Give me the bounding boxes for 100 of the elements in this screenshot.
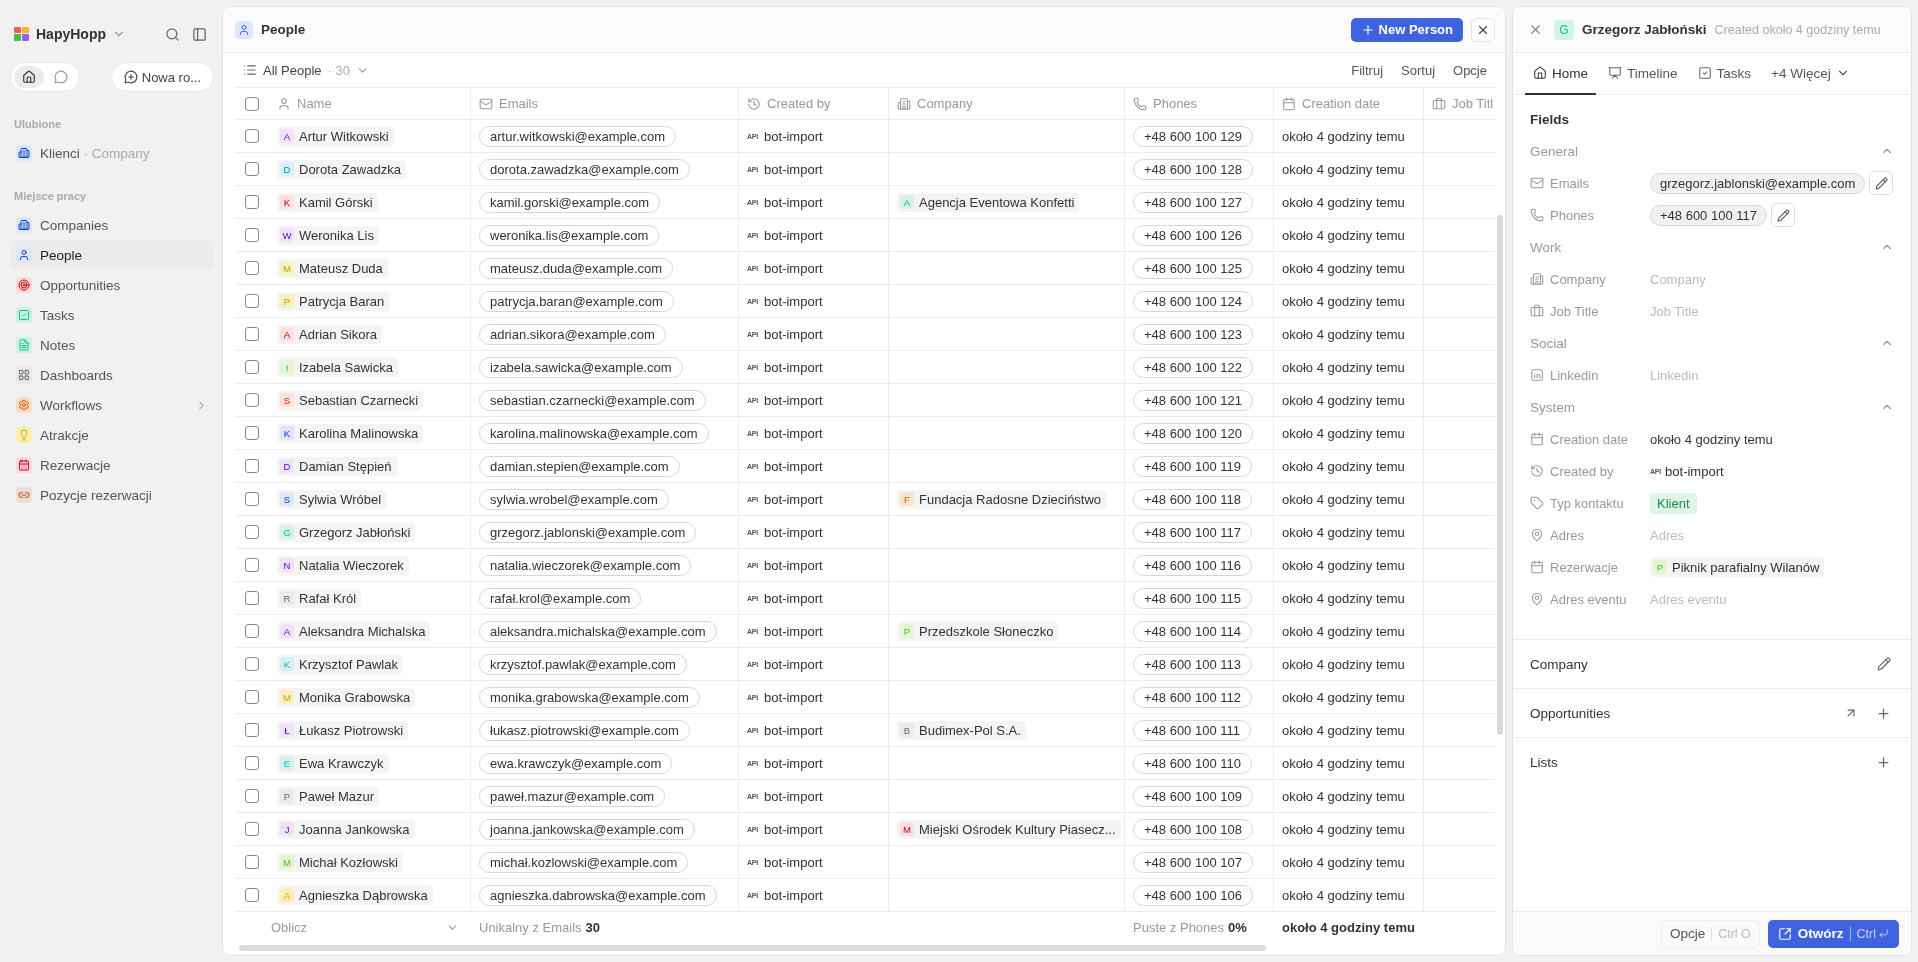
new-person-button[interactable]: New Person	[1350, 17, 1463, 42]
person-chip[interactable]: P Paweł Mazur	[277, 786, 380, 806]
nav-item[interactable]: Rezerwacje	[10, 450, 214, 480]
nav-item[interactable]: Pozycje rezerwacji	[10, 480, 214, 510]
nav-item[interactable]: Notes	[10, 330, 214, 360]
email-chip[interactable]: karolina.malinowska@example.com	[479, 422, 709, 444]
email-chip[interactable]: natalia.wieczorek@example.com	[479, 554, 692, 576]
person-chip[interactable]: A Artur Witkowski	[277, 126, 394, 146]
phone-chip[interactable]: +48 600 100 121	[1133, 389, 1253, 411]
email-chip[interactable]: weronika.lis@example.com	[479, 224, 660, 246]
person-chip[interactable]: D Damian Stępień	[277, 456, 397, 476]
email-chip[interactable]: joanna.jankowska@example.com	[479, 818, 695, 840]
email-chip[interactable]: adrian.sikora@example.com	[479, 323, 666, 345]
person-chip[interactable]: Ł Łukasz Piotrowski	[277, 720, 409, 740]
relation-chip[interactable]: P Piknik parafialny Wilanów	[1650, 557, 1825, 577]
nav-item[interactable]: Opportunities	[10, 270, 214, 300]
person-chip[interactable]: A Aleksandra Michalska	[277, 621, 431, 641]
phone-chip[interactable]: +48 600 100 123	[1133, 323, 1253, 345]
phone-chip[interactable]: +48 600 100 111	[1133, 719, 1252, 741]
relation-section[interactable]: Company	[1513, 639, 1911, 688]
toolbar-action[interactable]: Sortuj	[1395, 62, 1442, 78]
phone-chip[interactable]: +48 600 100 110	[1133, 752, 1252, 774]
email-chip[interactable]: artur.witkowski@example.com	[479, 125, 677, 147]
workspace-name[interactable]: HapyHopp	[36, 26, 106, 42]
tab[interactable]: Tasks	[1689, 53, 1760, 95]
email-chip[interactable]: izabela.sawicka@example.com	[479, 356, 683, 378]
value-chip[interactable]: +48 600 100 117	[1650, 204, 1767, 226]
phone-chip[interactable]: +48 600 100 113	[1133, 653, 1252, 675]
options-button[interactable]: Opcje Ctrl O	[1660, 919, 1760, 948]
person-chip[interactable]: A Adrian Sikora	[277, 324, 383, 344]
company-chip[interactable]: B Budimex-Pol S.A.	[897, 720, 1026, 740]
email-chip[interactable]: aleksandra.michalska@example.com	[479, 620, 717, 642]
nav-item[interactable]: Workflows	[10, 390, 214, 420]
person-chip[interactable]: M Mateusz Duda	[277, 258, 388, 278]
toolbar-action[interactable]: Filtruj	[1345, 62, 1390, 78]
phone-chip[interactable]: +48 600 100 122	[1133, 356, 1253, 378]
phone-chip[interactable]: +48 600 100 125	[1133, 257, 1253, 279]
person-chip[interactable]: R Rafał Król	[277, 588, 362, 608]
person-chip[interactable]: M Michał Kozłowski	[277, 852, 403, 872]
person-chip[interactable]: I Izabela Sawicka	[277, 357, 398, 377]
company-chip[interactable]: M Miejski Ośrodek Kultury Piasecz...	[897, 819, 1121, 839]
nav-item[interactable]: Tasks	[10, 300, 214, 330]
value-chip[interactable]: grzegorz.jablonski@example.com	[1650, 172, 1866, 194]
person-chip[interactable]: A Agnieszka Dąbrowska	[277, 885, 433, 905]
relation-section[interactable]: Lists	[1513, 737, 1911, 786]
email-chip[interactable]: mateusz.duda@example.com	[479, 257, 674, 279]
person-chip[interactable]: S Sebastian Czarnecki	[277, 390, 424, 410]
phone-chip[interactable]: +48 600 100 119	[1133, 455, 1252, 477]
phone-chip[interactable]: +48 600 100 126	[1133, 224, 1253, 246]
tab[interactable]: Home	[1525, 53, 1596, 95]
phone-chip[interactable]: +48 600 100 107	[1133, 851, 1253, 873]
email-chip[interactable]: krzysztof.pawlak@example.com	[479, 653, 687, 675]
email-chip[interactable]: ewa.krawczyk@example.com	[479, 752, 673, 774]
email-chip[interactable]: damian.stepien@example.com	[479, 455, 680, 477]
email-chip[interactable]: sylwia.wrobel@example.com	[479, 488, 669, 510]
company-chip[interactable]: F Fundacja Radosne Dzieciństwo	[897, 489, 1107, 509]
phone-chip[interactable]: +48 600 100 117	[1133, 521, 1252, 543]
nav-item[interactable]: People	[10, 240, 214, 270]
email-chip[interactable]: patrycja.baran@example.com	[479, 290, 674, 312]
view-dropdown[interactable]: All People · 30	[243, 62, 369, 78]
person-chip[interactable]: N Natalia Wieczorek	[277, 555, 409, 575]
person-chip[interactable]: K Krzysztof Pawlak	[277, 654, 403, 674]
phone-chip[interactable]: +48 600 100 109	[1133, 785, 1253, 807]
email-chip[interactable]: sebastian.czarnecki@example.com	[479, 389, 706, 411]
nav-item[interactable]: Companies	[10, 210, 214, 240]
open-record-button[interactable]: Otwórz Ctrl	[1767, 919, 1899, 948]
nav-item[interactable]: Dashboards	[10, 360, 214, 390]
nav-item[interactable]: Atrakcje	[10, 420, 214, 450]
phone-chip[interactable]: +48 600 100 127	[1133, 191, 1253, 213]
person-chip[interactable]: K Karolina Malinowska	[277, 423, 424, 443]
favorite-item[interactable]: Klienci · Company	[10, 138, 214, 168]
person-chip[interactable]: E Ewa Krawczyk	[277, 753, 389, 773]
person-chip[interactable]: W Weronika Lis	[277, 225, 379, 245]
phone-chip[interactable]: +48 600 100 128	[1133, 158, 1253, 180]
phone-chip[interactable]: +48 600 100 118	[1133, 488, 1252, 510]
email-chip[interactable]: grzegorz.jablonski@example.com	[479, 521, 697, 543]
email-chip[interactable]: rafał.krol@example.com	[479, 587, 642, 609]
email-chip[interactable]: michał.kozlowski@example.com	[479, 851, 689, 873]
person-chip[interactable]: G Grzegorz Jabłoński	[277, 522, 416, 542]
phone-chip[interactable]: +48 600 100 129	[1133, 125, 1253, 147]
new-chat-button[interactable]: Nowa ro...	[110, 62, 214, 92]
company-chip[interactable]: P Przedszkole Słoneczko	[897, 621, 1059, 641]
person-chip[interactable]: S Sylwia Wróbel	[277, 489, 387, 509]
more-tabs-dropdown[interactable]: +4 Więcej	[1763, 53, 1858, 95]
toolbar-action[interactable]: Opcje	[1447, 62, 1493, 78]
email-chip[interactable]: dorota.zawadzka@example.com	[479, 158, 690, 180]
phone-chip[interactable]: +48 600 100 120	[1133, 422, 1253, 444]
relation-section[interactable]: Opportunities	[1513, 688, 1911, 737]
phone-chip[interactable]: +48 600 100 114	[1133, 620, 1252, 642]
email-chip[interactable]: paweł.mazur@example.com	[479, 785, 666, 807]
person-chip[interactable]: K Kamil Górski	[277, 192, 378, 212]
phone-chip[interactable]: +48 600 100 106	[1133, 884, 1253, 906]
person-chip[interactable]: P Patrycja Baran	[277, 291, 390, 311]
email-chip[interactable]: agnieszka.dabrowska@example.com	[479, 884, 717, 906]
person-chip[interactable]: D Dorota Zawadzka	[277, 159, 406, 179]
phone-chip[interactable]: +48 600 100 112	[1133, 686, 1252, 708]
phone-chip[interactable]: +48 600 100 124	[1133, 290, 1253, 312]
company-chip[interactable]: A Agencja Eventowa Konfetti	[897, 192, 1080, 212]
email-chip[interactable]: kamil.gorski@example.com	[479, 191, 661, 213]
email-chip[interactable]: łukasz.piotrowski@example.com	[479, 719, 690, 741]
